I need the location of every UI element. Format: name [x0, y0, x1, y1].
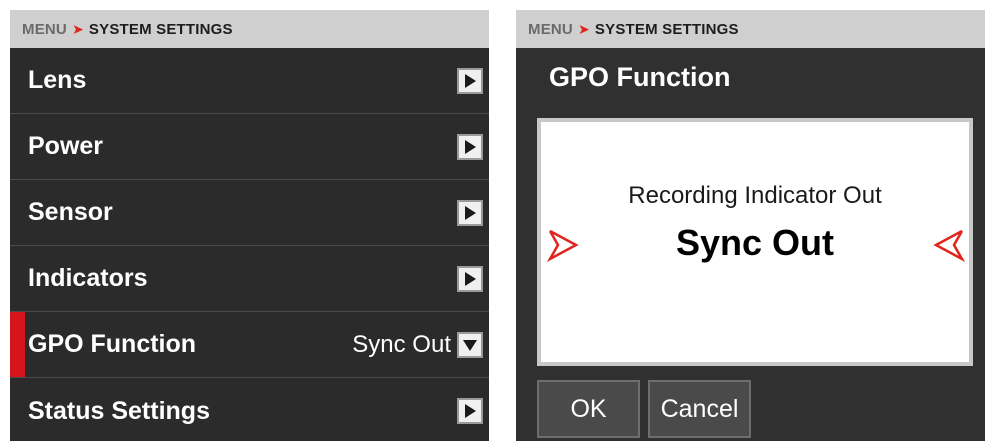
settings-item-label: GPO Function: [28, 330, 197, 358]
settings-item-lens[interactable]: Lens: [10, 48, 489, 114]
ok-button[interactable]: OK: [537, 380, 640, 438]
chevron-right-icon[interactable]: [457, 67, 483, 94]
cancel-button[interactable]: Cancel: [648, 380, 751, 438]
settings-item-power[interactable]: Power: [10, 114, 489, 180]
settings-item-value: Sync Out: [352, 330, 451, 358]
settings-item-label: Status Settings: [28, 396, 210, 425]
previous-option-arrow-icon[interactable]: [546, 228, 579, 267]
menu-breadcrumb: MENU ➤ SYSTEM SETTINGS: [516, 10, 985, 48]
breadcrumb-separator-icon: ➤: [577, 20, 590, 37]
chevron-right-icon[interactable]: [457, 199, 483, 226]
chevron-right-icon[interactable]: [457, 133, 483, 160]
chevron-right-icon[interactable]: [457, 398, 483, 424]
previous-option[interactable]: Recording Indicator Out: [541, 182, 969, 210]
system-settings-panel: MENU ➤ SYSTEM SETTINGS Lens Power Sensor…: [10, 10, 489, 441]
settings-item-label: Lens: [28, 66, 87, 94]
option-selector[interactable]: Recording Indicator Out Sync Out: [537, 118, 973, 366]
selection-marker: [10, 312, 25, 377]
dialog-title: GPO Function: [549, 62, 731, 92]
breadcrumb-menu[interactable]: MENU: [528, 21, 573, 38]
next-option-arrow-icon[interactable]: [933, 228, 966, 267]
settings-item-gpo-function[interactable]: GPO Function Sync Out: [10, 312, 489, 378]
settings-item-label: Indicators: [28, 264, 148, 292]
breadcrumb-current: SYSTEM SETTINGS: [594, 20, 739, 38]
selected-option[interactable]: Sync Out: [541, 222, 969, 264]
gpo-function-picker-panel: MENU ➤ SYSTEM SETTINGS GPO Function Reco…: [516, 10, 985, 441]
settings-item-status-settings[interactable]: Status Settings: [10, 378, 489, 441]
breadcrumb-menu[interactable]: MENU: [22, 21, 67, 38]
chevron-down-icon[interactable]: [457, 331, 483, 358]
settings-item-indicators[interactable]: Indicators: [10, 246, 489, 312]
settings-item-sensor[interactable]: Sensor: [10, 180, 489, 246]
settings-item-label: Sensor: [28, 198, 113, 226]
settings-item-label: Power: [28, 132, 104, 160]
chevron-right-icon[interactable]: [457, 265, 483, 292]
settings-list: Lens Power Sensor Indicators GPO Functio…: [10, 48, 489, 441]
breadcrumb-separator-icon: ➤: [71, 20, 84, 37]
menu-breadcrumb: MENU ➤ SYSTEM SETTINGS: [10, 10, 489, 48]
breadcrumb-current: SYSTEM SETTINGS: [88, 20, 233, 38]
